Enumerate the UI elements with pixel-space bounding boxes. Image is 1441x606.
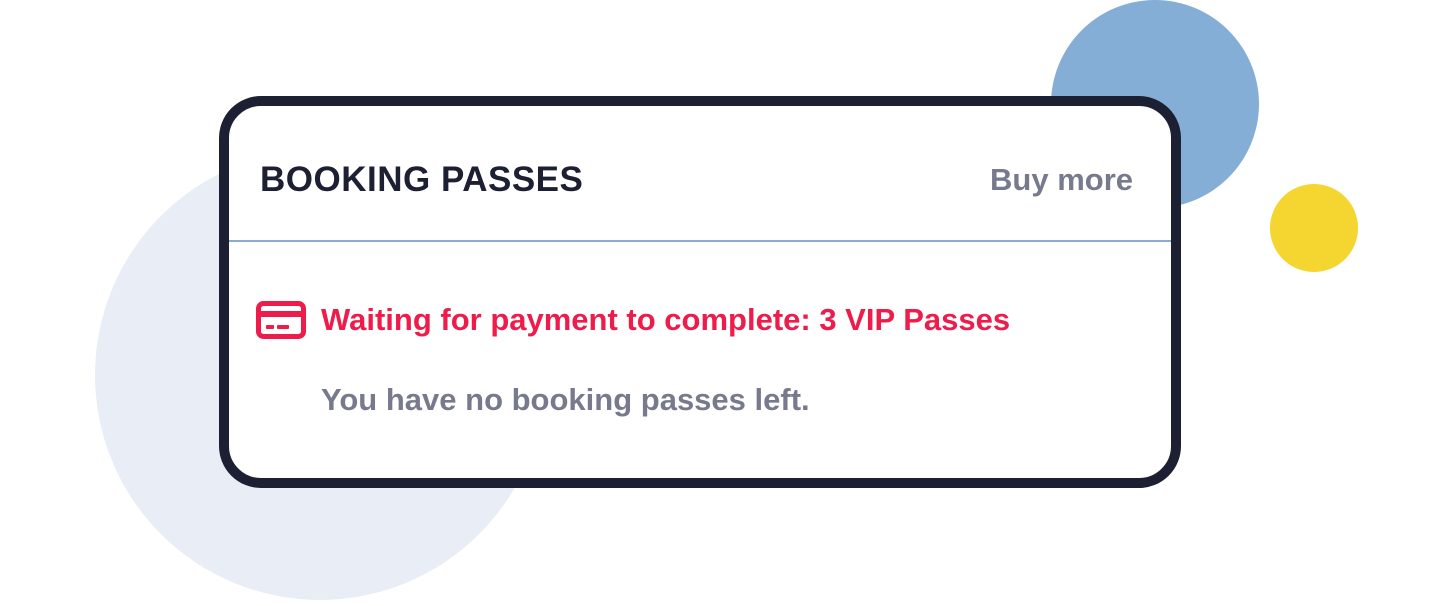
card-header: BOOKING PASSES Buy more — [229, 106, 1171, 242]
card-body: Waiting for payment to complete: 3 VIP P… — [229, 242, 1171, 478]
booking-passes-card: BOOKING PASSES Buy more Waiting for paym… — [219, 96, 1181, 488]
credit-card-icon — [256, 301, 306, 339]
payment-status-message: Waiting for payment to complete: 3 VIP P… — [321, 302, 1011, 337]
decorative-circle-yellow — [1270, 184, 1358, 272]
card-title: BOOKING PASSES — [260, 160, 584, 199]
no-passes-message: You have no booking passes left. — [321, 382, 810, 417]
buy-more-link[interactable]: Buy more — [990, 158, 1133, 202]
